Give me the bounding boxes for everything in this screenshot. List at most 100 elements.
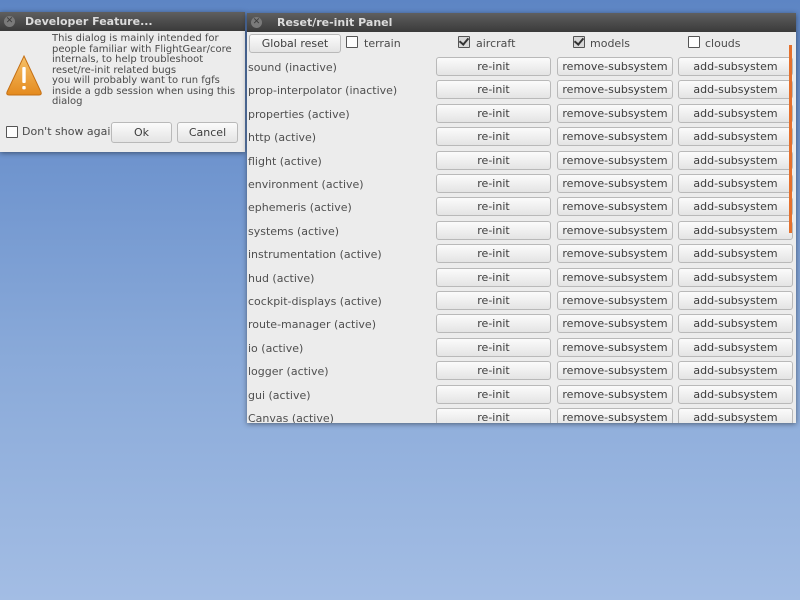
- add-subsystem-button[interactable]: add-subsystem: [678, 244, 793, 264]
- reinit-button[interactable]: re-init: [436, 267, 551, 287]
- dialog-titlebar[interactable]: ✕ Developer Feature...: [0, 12, 245, 31]
- check-icon: [573, 35, 585, 46]
- add-subsystem-button[interactable]: add-subsystem: [678, 150, 793, 170]
- clouds-label: clouds: [705, 37, 741, 50]
- reinit-button[interactable]: re-init: [436, 408, 551, 423]
- subsystem-row: prop-interpolator (inactive) re-init remov…: [247, 80, 796, 103]
- subsystem-name: io (active): [248, 341, 304, 355]
- reinit-button[interactable]: re-init: [436, 244, 551, 264]
- models-checkbox[interactable]: [573, 35, 585, 48]
- add-subsystem-button[interactable]: add-subsystem: [678, 80, 793, 100]
- reinit-button[interactable]: re-init: [436, 174, 551, 193]
- aircraft-label: aircraft: [476, 37, 516, 50]
- add-subsystem-button[interactable]: add-subsystem: [678, 197, 793, 217]
- remove-subsystem-button[interactable]: remove-subsystem: [557, 314, 673, 334]
- add-subsystem-button[interactable]: add-subsystem: [678, 314, 793, 334]
- dont-show-checkbox[interactable]: [6, 126, 18, 138]
- models-label: models: [590, 37, 630, 50]
- subsystem-row: flight (active) re-init remove-subsystem ad…: [247, 150, 796, 174]
- subsystem-row: instrumentation (active) re-init remove-su…: [247, 244, 796, 267]
- reinit-button[interactable]: re-init: [436, 80, 551, 100]
- remove-subsystem-button[interactable]: remove-subsystem: [557, 174, 673, 193]
- remove-subsystem-button[interactable]: remove-subsystem: [557, 103, 673, 123]
- reinit-button[interactable]: re-init: [436, 127, 551, 147]
- add-subsystem-button[interactable]: add-subsystem: [678, 384, 793, 404]
- terrain-checkbox[interactable]: [346, 36, 358, 48]
- reinit-button[interactable]: re-init: [436, 337, 551, 357]
- subsystem-name: prop-interpolator (inactive): [248, 84, 398, 98]
- reinit-button[interactable]: re-init: [436, 150, 551, 170]
- global-reset-button[interactable]: Global reset: [249, 34, 341, 53]
- subsystem-name: gui (active): [248, 388, 311, 402]
- panel-titlebar[interactable]: ✕ Reset/re-init Panel: [247, 13, 796, 32]
- remove-subsystem-button[interactable]: remove-subsystem: [557, 80, 673, 100]
- subsystem-row: hud (active) re-init remove-subsystem add-s…: [247, 267, 796, 291]
- reinit-button[interactable]: re-init: [436, 291, 551, 310]
- cancel-button[interactable]: Cancel: [177, 122, 238, 143]
- subsystem-row: systems (active) re-init remove-subsystem a…: [247, 220, 796, 244]
- subsystem-name: Canvas (active): [248, 412, 334, 423]
- reinit-button[interactable]: re-init: [436, 197, 551, 217]
- subsystem-row: properties (active) re-init remove-subsyst…: [247, 103, 796, 127]
- subsystem-row: route-manager (active) re-init remove-subs…: [247, 314, 796, 337]
- reset-reinit-panel: ✕ Reset/re-init Panel Global reset terra…: [247, 13, 796, 423]
- remove-subsystem-button[interactable]: remove-subsystem: [557, 57, 673, 76]
- reinit-button[interactable]: re-init: [436, 384, 551, 404]
- terrain-label: terrain: [364, 37, 401, 50]
- subsystem-row: logger (active) re-init remove-subsystem ad…: [247, 361, 796, 384]
- subsystem-name: systems (active): [248, 224, 340, 238]
- add-subsystem-button[interactable]: add-subsystem: [678, 103, 793, 123]
- subsystem-name: sound (inactive): [248, 61, 337, 74]
- subsystem-name: properties (active): [248, 107, 350, 121]
- subsystem-name: cockpit-displays (active): [248, 295, 382, 308]
- add-subsystem-button[interactable]: add-subsystem: [678, 408, 793, 423]
- aircraft-checkbox[interactable]: [458, 35, 470, 48]
- dont-show-label: Don't show again.: [22, 125, 121, 138]
- subsystem-name: http (active): [248, 131, 317, 145]
- reinit-button[interactable]: re-init: [436, 314, 551, 334]
- subsystem-row: environment (active) re-init remove-subsys…: [247, 174, 796, 197]
- remove-subsystem-button[interactable]: remove-subsystem: [557, 337, 673, 357]
- remove-subsystem-button[interactable]: remove-subsystem: [557, 384, 673, 404]
- close-icon[interactable]: ✕: [4, 16, 15, 27]
- clouds-checkbox[interactable]: [688, 36, 700, 48]
- subsystem-row: sound (inactive) re-init remove-subsystem a…: [247, 57, 796, 80]
- remove-subsystem-button[interactable]: remove-subsystem: [557, 408, 673, 423]
- add-subsystem-button[interactable]: add-subsystem: [678, 220, 793, 240]
- add-subsystem-button[interactable]: add-subsystem: [678, 291, 793, 310]
- developer-feature-dialog: ✕ Developer Feature... This dialog is ma…: [0, 12, 245, 152]
- remove-subsystem-button[interactable]: remove-subsystem: [557, 291, 673, 310]
- add-subsystem-button[interactable]: add-subsystem: [678, 361, 793, 381]
- reinit-button[interactable]: re-init: [436, 220, 551, 240]
- remove-subsystem-button[interactable]: remove-subsystem: [557, 150, 673, 170]
- scrollbar[interactable]: [789, 45, 792, 233]
- reinit-button[interactable]: re-init: [436, 361, 551, 381]
- panel-title: Reset/re-init Panel: [277, 16, 393, 29]
- remove-subsystem-button[interactable]: remove-subsystem: [557, 361, 673, 381]
- remove-subsystem-button[interactable]: remove-subsystem: [557, 127, 673, 147]
- subsystem-row: gui (active) re-init remove-subsystem add-s…: [247, 384, 796, 408]
- add-subsystem-button[interactable]: add-subsystem: [678, 174, 793, 193]
- subsystem-row: Canvas (active) re-init remove-subsystem ad…: [247, 408, 796, 423]
- dialog-message: This dialog is mainly intended for peopl…: [52, 33, 236, 107]
- remove-subsystem-button[interactable]: remove-subsystem: [557, 220, 673, 240]
- ok-button[interactable]: Ok: [111, 122, 172, 143]
- add-subsystem-button[interactable]: add-subsystem: [678, 267, 793, 287]
- reinit-button[interactable]: re-init: [436, 103, 551, 123]
- subsystem-name: instrumentation (active): [248, 248, 382, 262]
- subsystem-name: hud (active): [248, 271, 315, 285]
- reinit-button[interactable]: re-init: [436, 57, 551, 76]
- subsystem-row: io (active) re-init remove-subsystem add-su…: [247, 337, 796, 361]
- subsystem-name: logger (active): [248, 365, 329, 379]
- add-subsystem-button[interactable]: add-subsystem: [678, 127, 793, 147]
- close-icon[interactable]: ✕: [251, 17, 262, 28]
- subsystem-name: flight (active): [248, 154, 322, 168]
- subsystem-name: environment (active): [248, 178, 364, 191]
- subsystem-row: cockpit-displays (active) re-init remove-s…: [247, 291, 796, 314]
- remove-subsystem-button[interactable]: remove-subsystem: [557, 244, 673, 264]
- add-subsystem-button[interactable]: add-subsystem: [678, 337, 793, 357]
- remove-subsystem-button[interactable]: remove-subsystem: [557, 267, 673, 287]
- check-icon: [458, 35, 470, 46]
- add-subsystem-button[interactable]: add-subsystem: [678, 57, 793, 76]
- remove-subsystem-button[interactable]: remove-subsystem: [557, 197, 673, 217]
